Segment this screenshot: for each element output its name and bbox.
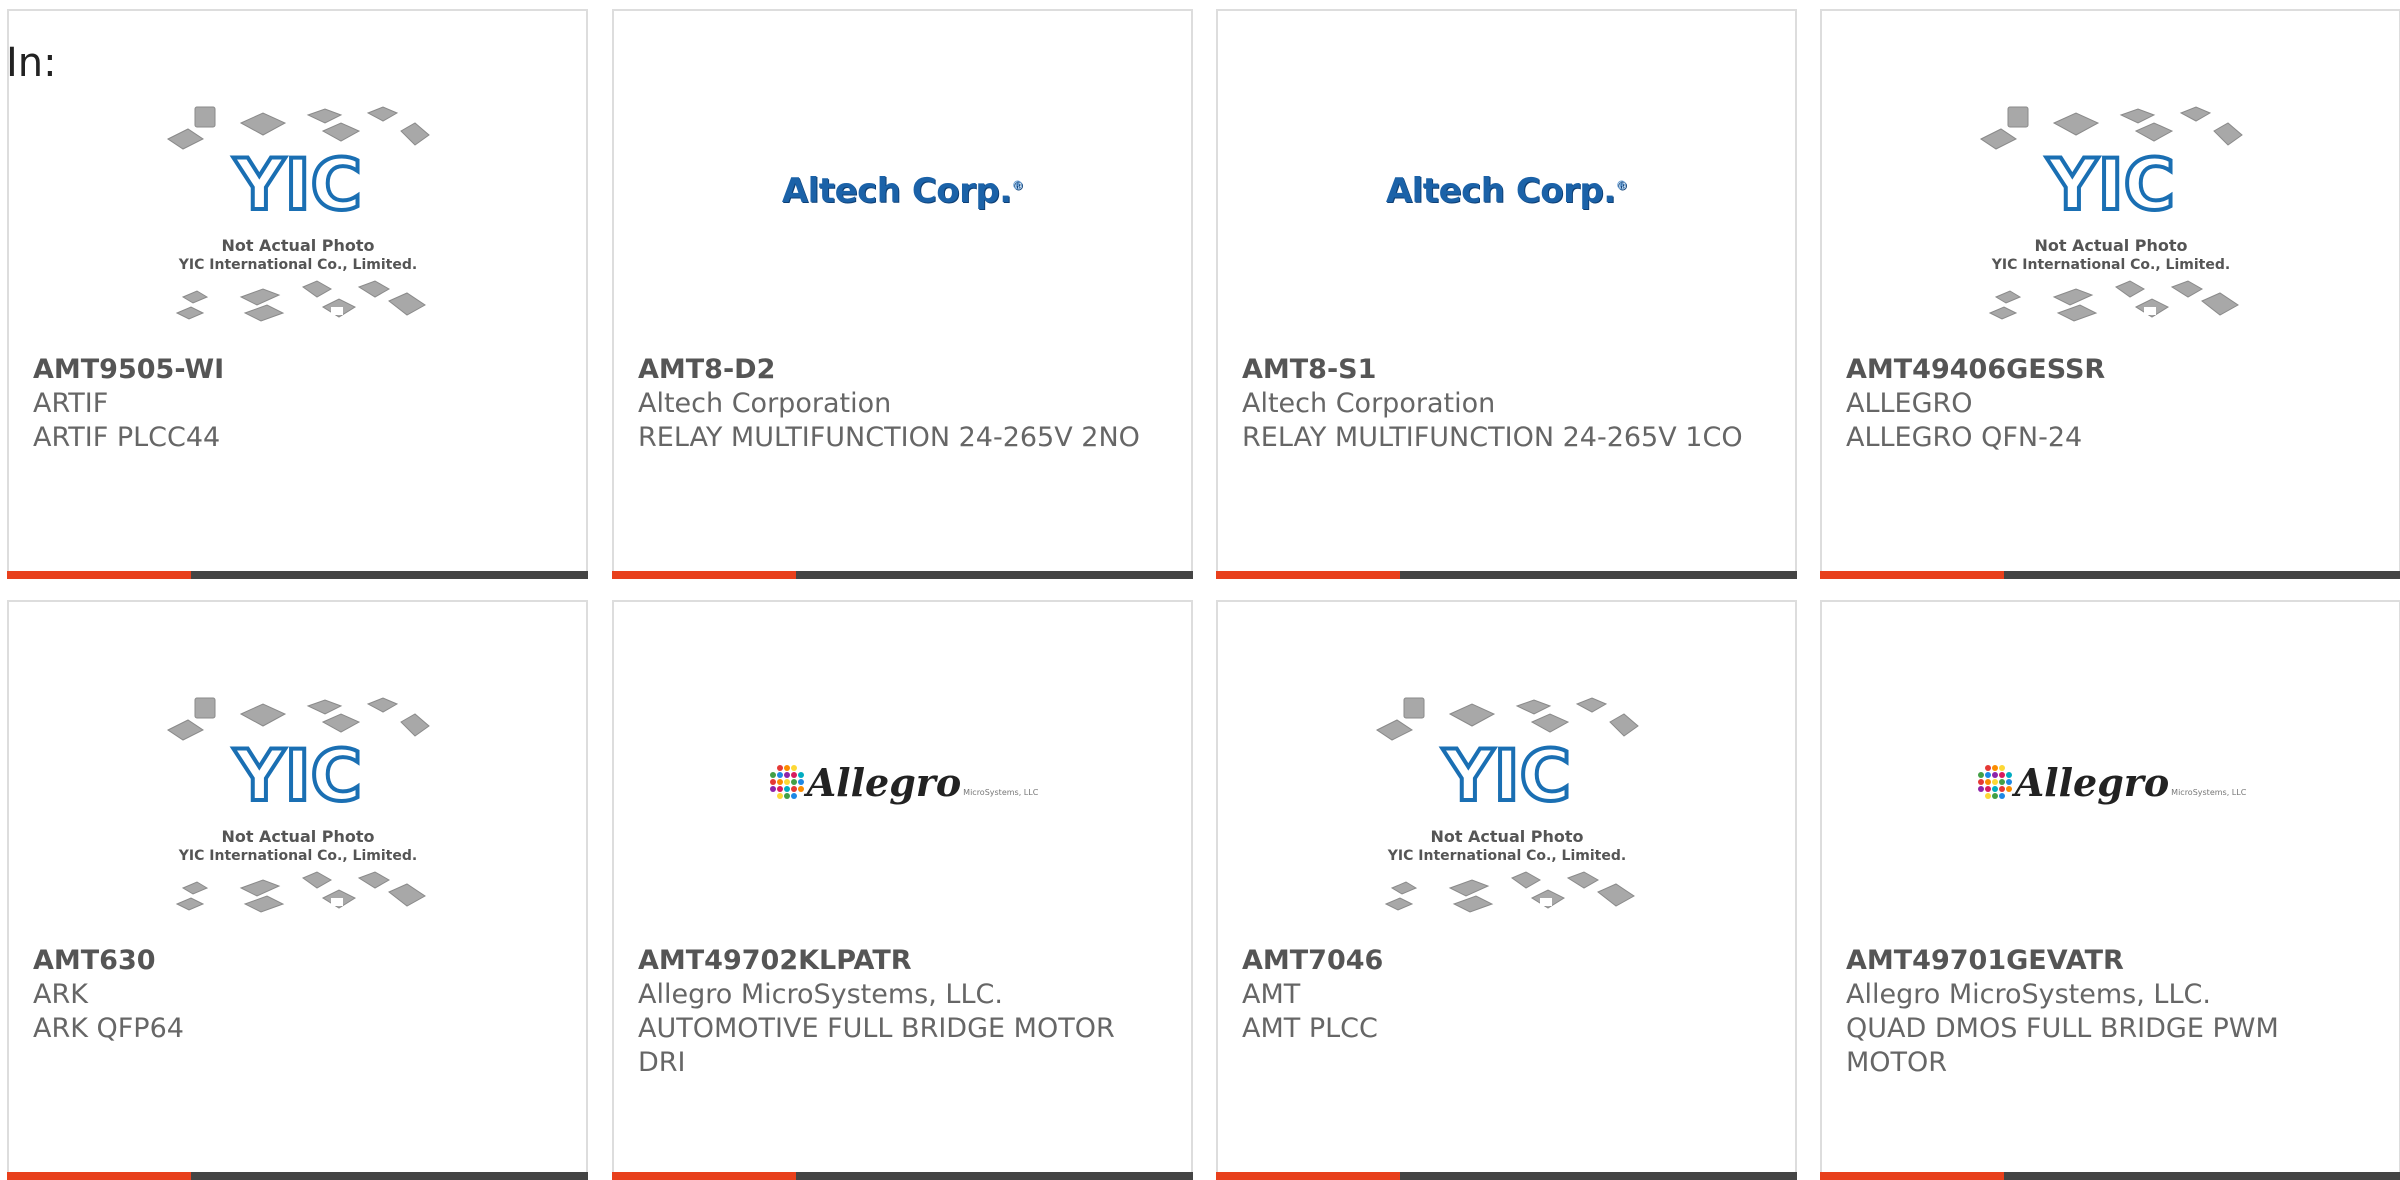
- allegro-logo: Allegro MicroSystems, LLC: [1975, 759, 2247, 805]
- not-actual-photo-text: Not Actual Photo: [1430, 827, 1583, 846]
- card-accent-bar: [1820, 1172, 2004, 1180]
- product-info: AMT7046 AMT AMT PLCC: [1242, 944, 1771, 1046]
- card-bottom-bar: [1820, 1172, 2400, 1180]
- product-info: AMT49702KLPATR Allegro MicroSystems, LLC.…: [638, 944, 1167, 1080]
- product-card[interactable]: Allegro MicroSystems, LLC AMT49702KLPATR Al…: [612, 600, 1193, 1180]
- product-image[interactable]: Allegro MicroSystems, LLC: [614, 692, 1191, 942]
- yic-placeholder-image: YIC Not Actual Photo YIC International C…: [1375, 697, 1639, 913]
- part-number-link[interactable]: AMT9505-WI: [33, 353, 562, 387]
- product-image[interactable]: Allegro MicroSystems, LLC: [1822, 692, 2399, 942]
- not-actual-photo-text: Not Actual Photo: [221, 827, 374, 846]
- card-bottom-bar: [612, 571, 1193, 579]
- product-info: AMT8-S1 Altech Corporation RELAY MULTIFUNC…: [1242, 353, 1771, 455]
- product-image[interactable]: Altech Corp.®: [614, 101, 1191, 351]
- card-bottom-bar: [1216, 571, 1797, 579]
- part-number-link[interactable]: AMT7046: [1242, 944, 1771, 978]
- product-info: AMT49406GESSR ALLEGRO ALLEGRO QFN-24: [1846, 353, 2375, 455]
- product-card[interactable]: Altech Corp.® AMT8-D2 Altech Corporation RE…: [612, 9, 1193, 579]
- manufacturer-name: Altech Corporation: [638, 388, 892, 419]
- product-description: RELAY MULTIFUNCTION 24-265V 1CO: [1242, 422, 1743, 453]
- yic-company-text: YIC International Co., Limited.: [177, 848, 416, 864]
- yic-company-text: YIC International Co., Limited.: [177, 257, 416, 273]
- yic-brand-text: YIC: [1441, 735, 1570, 817]
- part-number-link[interactable]: AMT49701GEVATR: [1846, 944, 2375, 978]
- card-accent-bar: [7, 1172, 191, 1180]
- allegro-logo-subtext: MicroSystems, LLC: [2171, 787, 2247, 797]
- product-description: AUTOMOTIVE FULL BRIDGE MOTOR DRI: [638, 1013, 1115, 1078]
- product-card[interactable]: Altech Corp.® AMT8-S1 Altech Corporation RE…: [1216, 9, 1797, 579]
- yic-brand-text: YIC: [232, 735, 361, 817]
- allegro-logo: Allegro MicroSystems, LLC: [767, 759, 1039, 805]
- product-description: ALLEGRO QFN-24: [1846, 422, 2083, 453]
- not-actual-photo-text: Not Actual Photo: [2034, 236, 2187, 255]
- yic-placeholder-image: YIC Not Actual Photo YIC International C…: [1979, 106, 2243, 322]
- allegro-dots-icon: [769, 765, 804, 799]
- product-image[interactable]: YIC Not Actual Photo YIC International C…: [1822, 101, 2399, 351]
- not-actual-photo-text: Not Actual Photo: [221, 236, 374, 255]
- product-image[interactable]: YIC Not Actual Photo YIC International C…: [1218, 692, 1795, 942]
- manufacturer-name: ALLEGRO: [1846, 388, 1973, 419]
- allegro-dots-icon: [1977, 765, 2012, 799]
- yic-placeholder-image: YIC Not Actual Photo YIC International C…: [166, 106, 430, 322]
- product-image[interactable]: YIC Not Actual Photo YIC International C…: [9, 692, 586, 942]
- product-info: AMT49701GEVATR Allegro MicroSystems, LLC.…: [1846, 944, 2375, 1080]
- part-number-link[interactable]: AMT8-D2: [638, 353, 1167, 387]
- allegro-logo-text: Allegro: [806, 759, 962, 805]
- card-accent-bar: [1216, 571, 1400, 579]
- part-number-link[interactable]: AMT49406GESSR: [1846, 353, 2375, 387]
- product-card[interactable]: YIC Not Actual Photo YIC International C…: [1820, 9, 2400, 579]
- manufacturer-name: ARTIF: [33, 388, 109, 419]
- card-accent-bar: [1216, 1172, 1400, 1180]
- product-description: ARK QFP64: [33, 1013, 184, 1044]
- product-description: QUAD DMOS FULL BRIDGE PWM MOTOR: [1846, 1013, 2279, 1078]
- part-number-link[interactable]: AMT630: [33, 944, 562, 978]
- altech-logo: Altech Corp.®: [781, 171, 1024, 211]
- product-info: AMT8-D2 Altech Corporation RELAY MULTIFUNC…: [638, 353, 1167, 455]
- product-info: AMT630 ARK ARK QFP64: [33, 944, 562, 1046]
- product-card[interactable]: YIC Not Actual Photo YIC International C…: [1216, 600, 1797, 1180]
- card-accent-bar: [612, 571, 796, 579]
- registered-mark: ®: [1011, 178, 1024, 193]
- registered-mark: ®: [1615, 178, 1628, 193]
- manufacturer-name: Altech Corporation: [1242, 388, 1496, 419]
- product-description: ARTIF PLCC44: [33, 422, 221, 453]
- product-image[interactable]: YIC Not Actual Photo YIC International C…: [9, 101, 586, 351]
- manufacturer-name: Allegro MicroSystems, LLC.: [638, 979, 1003, 1010]
- allegro-logo-subtext: MicroSystems, LLC: [963, 787, 1039, 797]
- altech-logo-text: Altech Corp.: [781, 171, 1012, 211]
- product-card[interactable]: YIC Not Actual Photo YIC International C…: [7, 600, 588, 1180]
- product-grid: YIC Not Actual Photo YIC International C…: [0, 0, 2400, 1180]
- allegro-logo-text: Allegro: [2014, 759, 2170, 805]
- yic-company-text: YIC International Co., Limited.: [1990, 257, 2229, 273]
- manufacturer-name: ARK: [33, 979, 88, 1010]
- manufacturer-name: AMT: [1242, 979, 1301, 1010]
- product-image[interactable]: Altech Corp.®: [1218, 101, 1795, 351]
- yic-placeholder-image: YIC Not Actual Photo YIC International C…: [166, 697, 430, 913]
- product-card[interactable]: YIC Not Actual Photo YIC International C…: [7, 9, 588, 579]
- card-bottom-bar: [612, 1172, 1193, 1180]
- altech-logo-text: Altech Corp.: [1385, 171, 1616, 211]
- card-bottom-bar: [1216, 1172, 1797, 1180]
- card-accent-bar: [612, 1172, 796, 1180]
- yic-brand-text: YIC: [2045, 144, 2174, 226]
- yic-company-text: YIC International Co., Limited.: [1386, 848, 1625, 864]
- altech-logo: Altech Corp.®: [1385, 171, 1628, 211]
- product-info: AMT9505-WI ARTIF ARTIF PLCC44: [33, 353, 562, 455]
- card-accent-bar: [7, 571, 191, 579]
- manufacturer-name: Allegro MicroSystems, LLC.: [1846, 979, 2211, 1010]
- product-description: AMT PLCC: [1242, 1013, 1378, 1044]
- product-description: RELAY MULTIFUNCTION 24-265V 2NO: [638, 422, 1140, 453]
- card-bottom-bar: [7, 571, 588, 579]
- in-label: In:: [6, 40, 57, 86]
- part-number-link[interactable]: AMT8-S1: [1242, 353, 1771, 387]
- card-accent-bar: [1820, 571, 2004, 579]
- card-bottom-bar: [1820, 571, 2400, 579]
- yic-brand-text: YIC: [232, 144, 361, 226]
- part-number-link[interactable]: AMT49702KLPATR: [638, 944, 1167, 978]
- card-bottom-bar: [7, 1172, 588, 1180]
- product-card[interactable]: Allegro MicroSystems, LLC AMT49701GEVATR Al…: [1820, 600, 2400, 1180]
